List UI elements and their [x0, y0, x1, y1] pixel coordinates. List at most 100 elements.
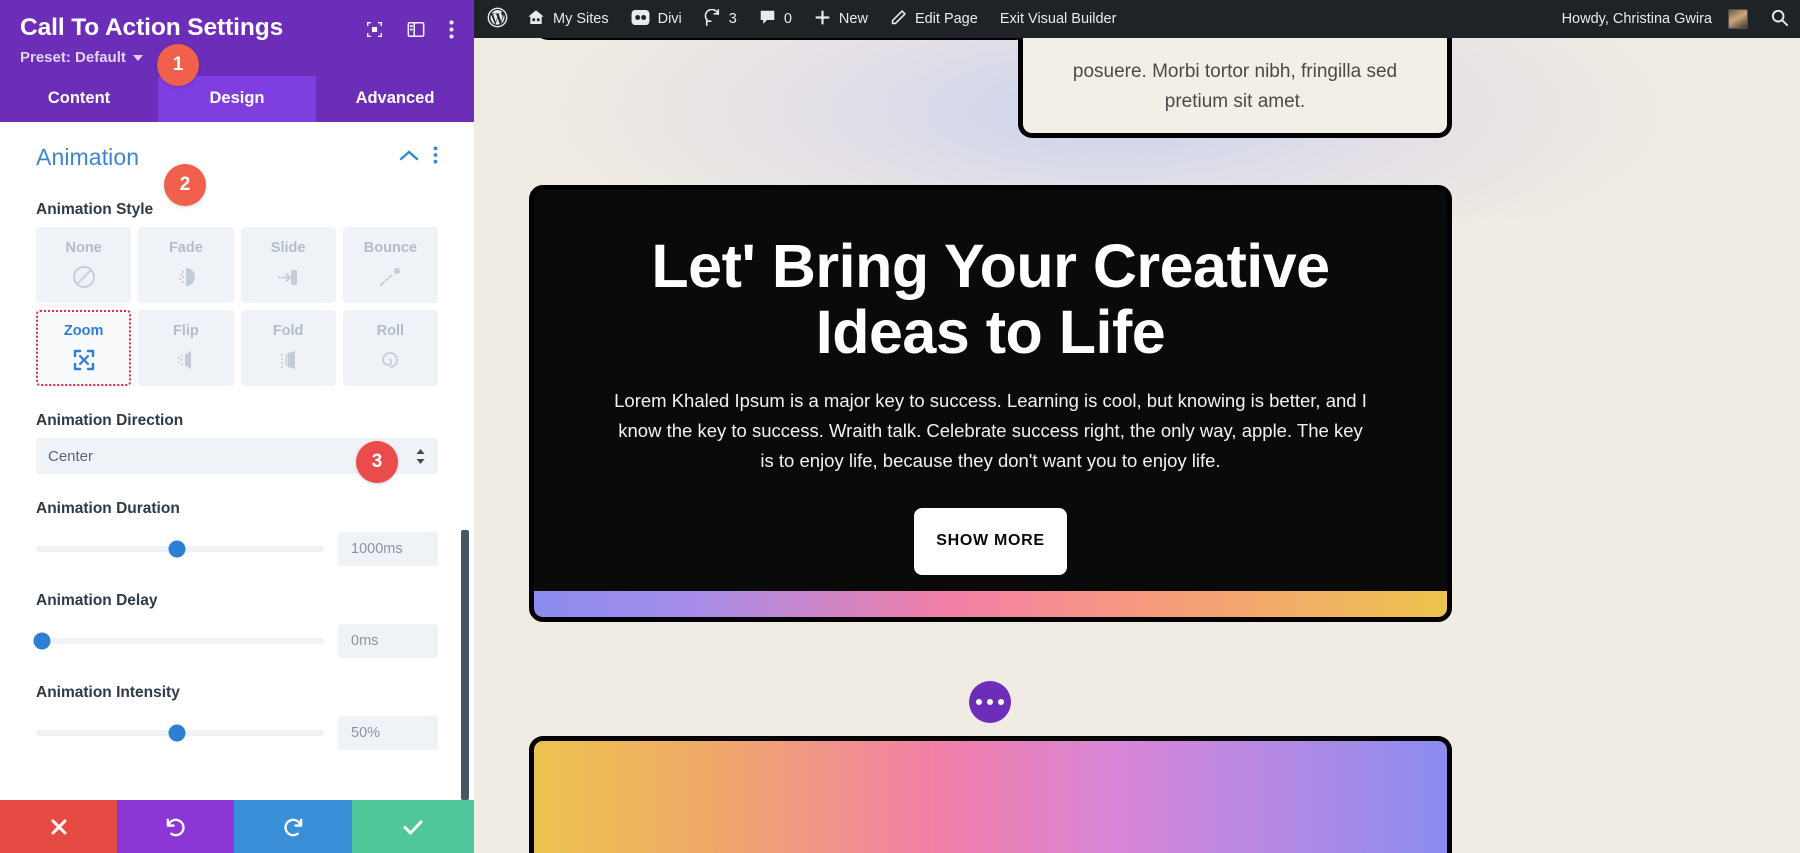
callout-badge-3: 3	[356, 441, 398, 483]
admin-bar-label: Edit Page	[914, 11, 978, 27]
slider-knob[interactable]	[33, 632, 51, 650]
animation-duration-slider[interactable]	[36, 539, 324, 559]
admin-bar-search[interactable]	[1759, 0, 1800, 38]
callout-badge-2: 2	[164, 164, 206, 206]
vertical-dots-menu-icon[interactable]	[449, 20, 454, 44]
redo-button[interactable]	[234, 800, 352, 853]
admin-bar-comments[interactable]: 0	[748, 0, 803, 38]
animation-style-fade[interactable]: Fade	[138, 227, 234, 303]
animation-style-none[interactable]: None	[36, 227, 132, 303]
wordpress-logo-icon	[487, 7, 508, 32]
admin-bar-updates[interactable]: 3	[693, 0, 748, 38]
module-top-right-text: posuere. Morbi tortor nibh, fringilla se…	[1072, 61, 1398, 112]
style-label: Bounce	[363, 239, 417, 256]
updates-count: 3	[728, 11, 737, 27]
page-title: Call To Action Settings	[20, 14, 284, 41]
animation-direction-label: Animation Direction	[36, 412, 184, 429]
animation-style-slide[interactable]: Slide	[240, 227, 336, 303]
animation-style-zoom[interactable]: Zoom	[36, 310, 132, 386]
module-bottom-gradient[interactable]	[529, 736, 1452, 853]
zoom-expand-icon	[70, 346, 98, 374]
animation-duration-label: Animation Duration	[36, 500, 180, 517]
chevron-updown-icon	[415, 448, 426, 465]
wordpress-logo-button[interactable]	[474, 0, 516, 38]
call-to-action-settings-panel: Call To Action Settings Preset: Default …	[0, 0, 474, 853]
preset-label: Preset: Default	[20, 49, 126, 66]
panel-layout-icon[interactable]	[407, 21, 425, 43]
cta-gradient-bar	[534, 591, 1447, 617]
animation-delay-value[interactable]: 0ms	[338, 624, 438, 658]
save-button[interactable]	[352, 800, 474, 853]
section-title: Animation	[36, 144, 140, 170]
focus-target-icon[interactable]	[366, 21, 383, 43]
show-more-button[interactable]: SHOW MORE	[914, 507, 1067, 575]
call-to-action-module[interactable]: Let' Bring Your Creative Ideas to Life L…	[529, 185, 1452, 622]
dot	[976, 699, 982, 705]
style-label: Zoom	[63, 322, 104, 339]
animation-style-bounce[interactable]: Bounce	[342, 227, 438, 303]
tab-advanced[interactable]: Advanced	[316, 76, 474, 122]
wordpress-admin-bar: My Sites Divi 3 0 New Edit Page Exit Vis…	[474, 0, 1800, 38]
module-top-right-partial[interactable]: posuere. Morbi tortor nibh, fringilla se…	[1018, 38, 1452, 138]
undo-button[interactable]	[117, 800, 234, 853]
visual-builder-canvas: posuere. Morbi tortor nibh, fringilla se…	[474, 38, 1800, 853]
search-icon	[1770, 8, 1789, 31]
admin-bar-label: Divi	[657, 11, 682, 27]
animation-delay-slider[interactable]	[33, 631, 324, 651]
callout-badge-1: 1	[157, 44, 199, 86]
plus-icon	[814, 9, 831, 30]
chevron-up-icon[interactable]	[399, 149, 419, 167]
settings-tabs: Content Design Advanced	[0, 76, 474, 122]
animation-style-roll[interactable]: Roll	[342, 310, 438, 386]
dot	[987, 699, 993, 705]
animation-intensity-value[interactable]: 50%	[338, 716, 438, 750]
slider-knob[interactable]	[168, 724, 186, 742]
no-entry-icon	[70, 263, 98, 291]
admin-bar-edit-page[interactable]: Edit Page	[879, 0, 989, 38]
animation-intensity-slider-row: 50%	[36, 716, 438, 750]
fold-page-icon	[274, 346, 302, 374]
slider-knob[interactable]	[168, 540, 186, 558]
animation-style-label: Animation Style	[36, 201, 154, 218]
tab-content[interactable]: Content	[0, 76, 158, 122]
admin-bar-my-sites[interactable]: My Sites	[516, 0, 620, 38]
module-top-left-partial[interactable]	[534, 38, 1029, 40]
animation-style-grid: None Fade Slide Bounce Zoom Flip Fold Ro…	[36, 227, 438, 386]
avatar	[1728, 9, 1748, 29]
admin-bar-new[interactable]: New	[803, 0, 879, 38]
animation-style-flip[interactable]: Flip	[138, 310, 234, 386]
settings-panel-footer	[0, 800, 474, 853]
comments-bubble-icon	[759, 9, 776, 30]
roll-spiral-icon	[376, 346, 404, 374]
fade-half-disc-icon	[172, 263, 200, 291]
bounce-arc-icon	[376, 263, 404, 291]
flip-panel-icon	[172, 346, 200, 374]
pencil-icon	[890, 9, 907, 30]
animation-style-fold[interactable]: Fold	[240, 310, 336, 386]
animation-intensity-slider[interactable]	[36, 723, 324, 743]
sites-house-icon	[527, 9, 545, 30]
admin-bar-exit-visual-builder[interactable]: Exit Visual Builder	[989, 0, 1128, 38]
comments-count: 0	[783, 11, 792, 27]
animation-delay-label: Animation Delay	[36, 592, 158, 609]
style-label: Slide	[270, 239, 306, 256]
cancel-button[interactable]	[0, 800, 117, 853]
vertical-dots-icon[interactable]	[433, 146, 438, 169]
animation-section-header: Animation	[36, 122, 438, 175]
style-label: Fold	[272, 322, 304, 339]
settings-panel-scrollbar[interactable]	[461, 530, 469, 800]
module-options-ellipsis[interactable]	[969, 681, 1011, 723]
cta-title: Let' Bring Your Creative Ideas to Life	[651, 232, 1330, 366]
account-greeting: Howdy, Christina Gwira	[1561, 11, 1712, 27]
updates-refresh-icon	[704, 8, 721, 30]
admin-bar-divi[interactable]: Divi	[620, 0, 693, 38]
preset-selector[interactable]: Preset: Default	[20, 49, 454, 66]
divi-dashboard-icon	[631, 9, 650, 30]
style-label: None	[65, 239, 102, 256]
animation-duration-value[interactable]: 1000ms	[338, 532, 438, 566]
settings-panel-body: Animation Animation Style None Fade Slid…	[0, 122, 474, 800]
animation-duration-slider-row: 1000ms	[36, 532, 438, 566]
admin-bar-account[interactable]: Howdy, Christina Gwira	[1551, 0, 1759, 38]
animation-intensity-label: Animation Intensity	[36, 684, 180, 701]
divi-visual-builder-screen: Call To Action Settings Preset: Default …	[0, 0, 1800, 853]
